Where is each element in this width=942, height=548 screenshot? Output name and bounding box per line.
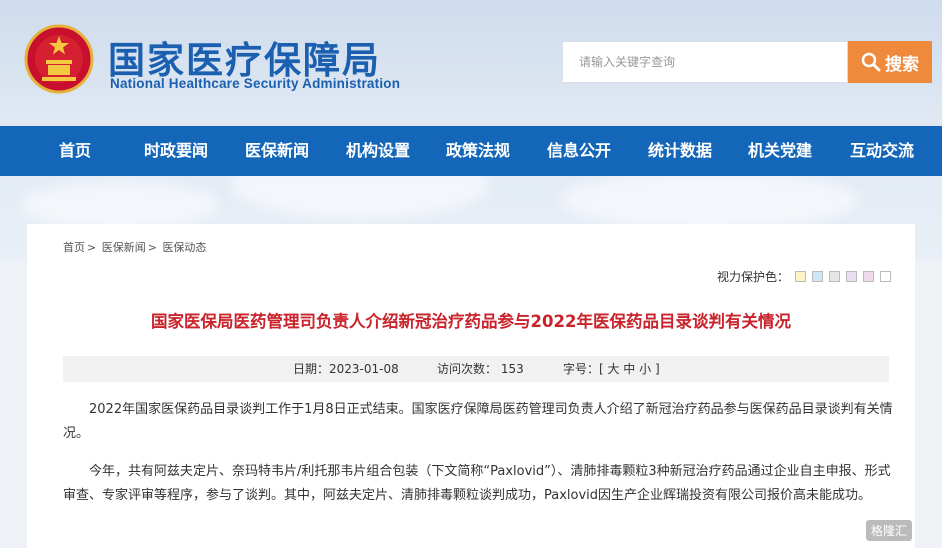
search-input[interactable]: 请输入关键字查询 xyxy=(562,41,848,83)
nav-item-home[interactable]: 首页 xyxy=(59,126,91,176)
breadcrumb-home[interactable]: 首页 xyxy=(63,241,85,254)
article-panel: 首页 > 医保新闻 > 医保动态 视力保护色： 国家医保局医药管理司负责人介绍新冠治… xyxy=(27,224,915,548)
breadcrumb-news[interactable]: 医保新闻 xyxy=(102,241,146,254)
eye-protection-colors: 视力保护色： xyxy=(717,268,892,285)
color-swatch-pink[interactable] xyxy=(863,271,875,282)
nav-item-party[interactable]: 机关党建 xyxy=(748,126,812,176)
nav-item-statistics[interactable]: 统计数据 xyxy=(648,126,712,176)
watermark: 格隆汇 xyxy=(866,520,913,541)
article-meta: 日期：2023-01-08 访问次数： 153 字号：[ 大 中 小 ] xyxy=(63,356,889,382)
eye-protection-label: 视力保护色： xyxy=(717,270,790,284)
color-swatch-lavender[interactable] xyxy=(846,271,858,282)
main-nav: 首页 时政要闻 医保新闻 机构设置 政策法规 信息公开 统计数据 机关党建 互动… xyxy=(0,126,942,176)
article-date: 日期：2023-01-08 xyxy=(293,362,399,376)
national-emblem-logo[interactable] xyxy=(24,24,94,94)
nav-item-politics[interactable]: 时政要闻 xyxy=(144,126,208,176)
nav-item-interaction[interactable]: 互动交流 xyxy=(850,126,914,176)
site-title-english: National Healthcare Security Administrat… xyxy=(110,76,401,91)
nav-item-disclosure[interactable]: 信息公开 xyxy=(547,126,611,176)
nav-item-news[interactable]: 医保新闻 xyxy=(245,126,309,176)
color-swatch-yellow[interactable] xyxy=(795,271,807,282)
article-paragraph: 今年，共有阿兹夫定片、奈玛特韦片/利托那韦片组合包装（下文简称“Paxlovid… xyxy=(63,464,891,503)
search-button[interactable]: 搜索 xyxy=(848,41,932,83)
breadcrumb-separator: > xyxy=(87,241,97,254)
search-button-label: 搜索 xyxy=(885,54,919,75)
color-swatch-blue[interactable] xyxy=(812,271,824,282)
article-title: 国家医保局医药管理司负责人介绍新冠治疗药品参与2022年医保药品目录谈判有关情况 xyxy=(151,312,791,331)
color-swatch-white[interactable] xyxy=(880,271,892,282)
search-icon xyxy=(861,52,881,72)
nav-item-policy[interactable]: 政策法规 xyxy=(446,126,510,176)
site-header: 国家医疗保障局 National Healthcare Security Adm… xyxy=(0,0,942,126)
article-visits: 访问次数： 153 xyxy=(437,362,524,376)
nav-item-organization[interactable]: 机构设置 xyxy=(346,126,410,176)
article-paragraph: 2022年国家医保药品目录谈判工作于1月8日正式结束。国家医疗保障局医药管理司负… xyxy=(63,402,893,441)
breadcrumb-separator: > xyxy=(147,241,157,254)
breadcrumb-current[interactable]: 医保动态 xyxy=(162,241,206,254)
font-size-control[interactable]: 字号：[ 大 中 小 ] xyxy=(563,356,660,382)
color-swatch-gray[interactable] xyxy=(829,271,841,282)
breadcrumb: 首页 > 医保新闻 > 医保动态 xyxy=(63,239,208,255)
